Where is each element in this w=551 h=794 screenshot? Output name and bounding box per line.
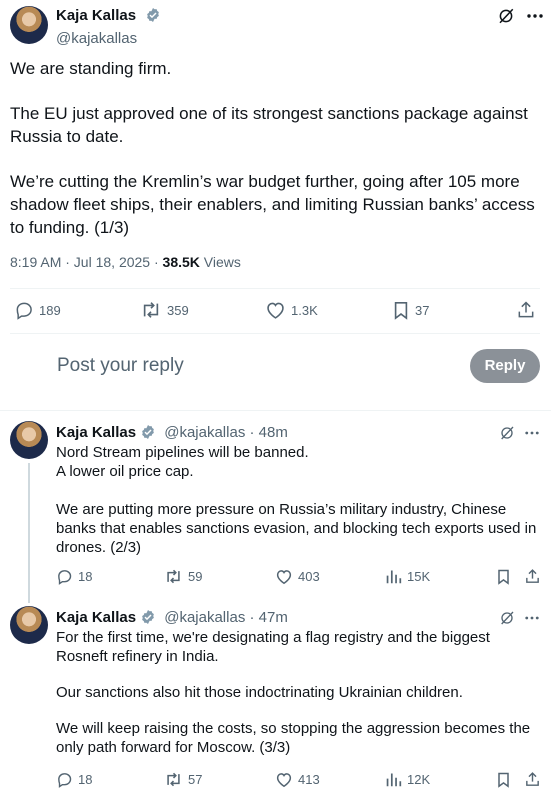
reply-icon <box>56 568 73 585</box>
avatar[interactable] <box>10 421 48 459</box>
avatar[interactable] <box>10 6 48 44</box>
views-count: 12K <box>407 772 431 787</box>
repost-button[interactable]: 59 <box>164 568 202 585</box>
tweet-meta: 8:19 AM · Jul 18, 2025 · 38.5K Views <box>10 254 241 270</box>
bookmark-count: 37 <box>415 302 430 318</box>
author-name[interactable]: Kaja Kallas <box>56 609 136 626</box>
views-icon <box>385 568 402 585</box>
views-button[interactable]: 12K <box>385 771 430 788</box>
more-icon[interactable] <box>527 14 543 18</box>
views-count: 15K <box>407 569 431 584</box>
avatar[interactable] <box>10 606 48 644</box>
author-name[interactable]: Kaja Kallas <box>56 7 136 24</box>
repost-icon <box>140 300 162 320</box>
views-icon <box>385 771 402 788</box>
tweet-paragraph: We’re cutting the Kremlin’s war budget f… <box>10 172 535 237</box>
timestamp[interactable]: 8:19 AM · Jul 18, 2025 <box>10 254 150 270</box>
divider <box>10 333 540 334</box>
share-icon[interactable] <box>524 568 541 585</box>
bookmark-icon[interactable] <box>496 568 511 585</box>
repost-count: 57 <box>188 772 203 787</box>
grok-icon[interactable] <box>499 610 515 626</box>
author-handle[interactable]: @kajakallas <box>56 30 161 47</box>
grok-icon[interactable] <box>499 425 515 441</box>
divider <box>10 288 540 289</box>
verified-badge-icon <box>145 7 161 28</box>
thread-connector <box>28 463 30 603</box>
like-button[interactable]: 403 <box>275 568 320 585</box>
views-button[interactable]: 15K <box>385 568 430 585</box>
reply-button[interactable]: 189 <box>14 300 61 320</box>
like-count: 403 <box>298 569 320 584</box>
reply-header: Kaja Kallas @kajakallas · 47m <box>56 609 288 629</box>
repost-button[interactable]: 359 <box>140 300 189 320</box>
post-time[interactable]: · 48m <box>249 424 287 441</box>
share-icon[interactable] <box>524 771 541 788</box>
bookmark-button[interactable]: 37 <box>392 300 429 320</box>
reply-count: 18 <box>78 772 93 787</box>
tweet-text: We are standing firm. The EU just approv… <box>10 57 545 239</box>
reply-icon <box>56 771 73 788</box>
reply-paragraph: For the first time, we're designating a … <box>56 629 490 665</box>
author-handle[interactable]: @kajakallas <box>164 424 245 441</box>
like-icon <box>275 771 293 788</box>
repost-count: 359 <box>167 302 189 318</box>
bookmark-icon[interactable] <box>496 771 511 788</box>
like-button[interactable]: 1.3K <box>265 300 318 320</box>
like-icon <box>275 568 293 585</box>
reply-header: Kaja Kallas @kajakallas · 48m <box>56 424 288 444</box>
reply-submit-button[interactable]: Reply <box>470 349 540 383</box>
more-icon[interactable] <box>525 431 539 435</box>
bookmark-icon <box>392 300 410 320</box>
tweet-paragraph: The EU just approved one of its stronges… <box>10 104 528 146</box>
reply-button[interactable]: 18 <box>56 568 92 585</box>
reply-body: Nord Stream pipelines will be banned. A … <box>56 443 541 557</box>
reply-icon <box>14 300 34 320</box>
reply-count: 189 <box>39 302 61 318</box>
repost-count: 59 <box>188 569 203 584</box>
like-count: 413 <box>298 772 320 787</box>
divider <box>0 410 551 411</box>
reply-paragraph: Our sanctions also hit those indoctrinat… <box>56 684 463 701</box>
repost-button[interactable]: 57 <box>164 771 202 788</box>
author-handle[interactable]: @kajakallas <box>164 609 245 626</box>
reply-count: 18 <box>78 569 93 584</box>
share-icon[interactable] <box>516 300 536 320</box>
reply-paragraph: We are putting more pressure on Russia’s… <box>56 501 537 556</box>
like-count: 1.3K <box>291 302 318 318</box>
reply-paragraph: We will keep raising the costs, so stopp… <box>56 720 531 756</box>
reply-body: For the first time, we're designating a … <box>56 628 541 757</box>
verified-badge-icon <box>140 609 156 629</box>
author-name[interactable]: Kaja Kallas <box>56 424 136 441</box>
reply-paragraph: Nord Stream pipelines will be banned. A … <box>56 444 309 480</box>
reply-button[interactable]: 18 <box>56 771 92 788</box>
post-time[interactable]: · 47m <box>249 609 287 626</box>
tweet-paragraph: We are standing firm. <box>10 59 172 78</box>
like-icon <box>265 300 286 320</box>
main-author: Kaja Kallas @kajakallas <box>56 7 161 47</box>
grok-icon[interactable] <box>497 7 515 25</box>
like-button[interactable]: 413 <box>275 771 320 788</box>
repost-icon <box>164 771 183 788</box>
repost-icon <box>164 568 183 585</box>
reply-input[interactable]: Post your reply <box>57 355 184 377</box>
verified-badge-icon <box>140 424 156 444</box>
more-icon[interactable] <box>525 616 539 620</box>
views-label: Views <box>203 254 241 270</box>
views-count: 38.5K <box>162 254 200 270</box>
